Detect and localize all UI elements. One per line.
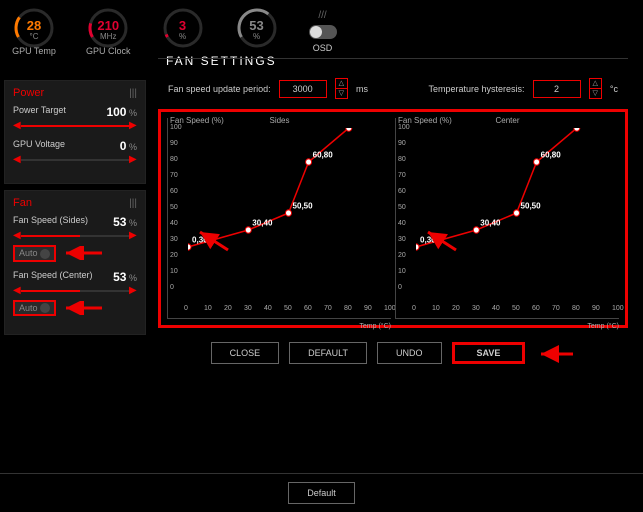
osd-toggle[interactable]: [309, 25, 337, 39]
period-input[interactable]: 3000: [279, 80, 327, 98]
slider[interactable]: ◀▶: [13, 121, 137, 131]
curve-point[interactable]: [416, 244, 419, 250]
auto-button[interactable]: Auto: [13, 300, 56, 317]
collapse-icon[interactable]: |||: [129, 88, 137, 99]
hyst-input[interactable]: 2: [533, 80, 581, 98]
slider-row: Fan Speed (Center)53 % ◀▶Auto: [13, 270, 137, 317]
footer-default-button[interactable]: Default: [288, 482, 355, 504]
curve-point[interactable]: [188, 244, 191, 250]
gpu-temp-gauge: 28°C GPU Temp: [12, 6, 56, 56]
fan-curve-chart[interactable]: Fan Speed (%)Center 01020304050607080901…: [395, 118, 619, 319]
curve-point[interactable]: [306, 159, 312, 165]
power-panel: Power||| Power Target100 % ◀▶ GPU Voltag…: [4, 80, 146, 184]
curve-point[interactable]: [574, 128, 580, 131]
period-label: Fan speed update period:: [168, 84, 271, 94]
fan-icon: [40, 303, 50, 313]
curve-point[interactable]: [346, 128, 352, 131]
collapse-icon[interactable]: |||: [129, 198, 137, 209]
hyst-label: Temperature hysteresis:: [428, 84, 524, 94]
slider-row: GPU Voltage0 % ◀▶: [13, 139, 137, 165]
fan-gauge: 53%: [235, 6, 279, 46]
slider[interactable]: ◀▶: [13, 231, 137, 241]
auto-button[interactable]: Auto: [13, 245, 56, 262]
slider-row: Power Target100 % ◀▶: [13, 105, 137, 131]
gpu-clock-gauge: 210MHz GPU Clock: [86, 6, 131, 56]
slider-row: Fan Speed (Sides)53 % ◀▶Auto: [13, 215, 137, 262]
slider[interactable]: ◀▶: [13, 286, 137, 296]
osd-label: OSD: [313, 43, 333, 53]
fan-curve-chart[interactable]: Fan Speed (%)Sides 010203040506070809010…: [167, 118, 391, 319]
fan-panel: Fan||| Fan Speed (Sides)53 % ◀▶Auto Fan …: [4, 190, 146, 335]
period-stepper[interactable]: △▽: [335, 78, 348, 99]
svg-text:50,50: 50,50: [521, 202, 541, 211]
svg-text:50,50: 50,50: [293, 202, 313, 211]
fan-icon: [40, 249, 50, 259]
slider[interactable]: ◀▶: [13, 155, 137, 165]
section-title: FAN SETTINGS: [166, 54, 277, 68]
svg-text:60,80: 60,80: [313, 151, 333, 160]
hyst-stepper[interactable]: △▽: [589, 78, 602, 99]
curve-point[interactable]: [513, 210, 519, 216]
curve-point[interactable]: [534, 159, 540, 165]
gpu-res-gauge: 3%: [161, 6, 205, 46]
svg-text:60,80: 60,80: [541, 151, 561, 160]
heat-icon: ///: [318, 10, 326, 21]
curve-point[interactable]: [285, 210, 291, 216]
